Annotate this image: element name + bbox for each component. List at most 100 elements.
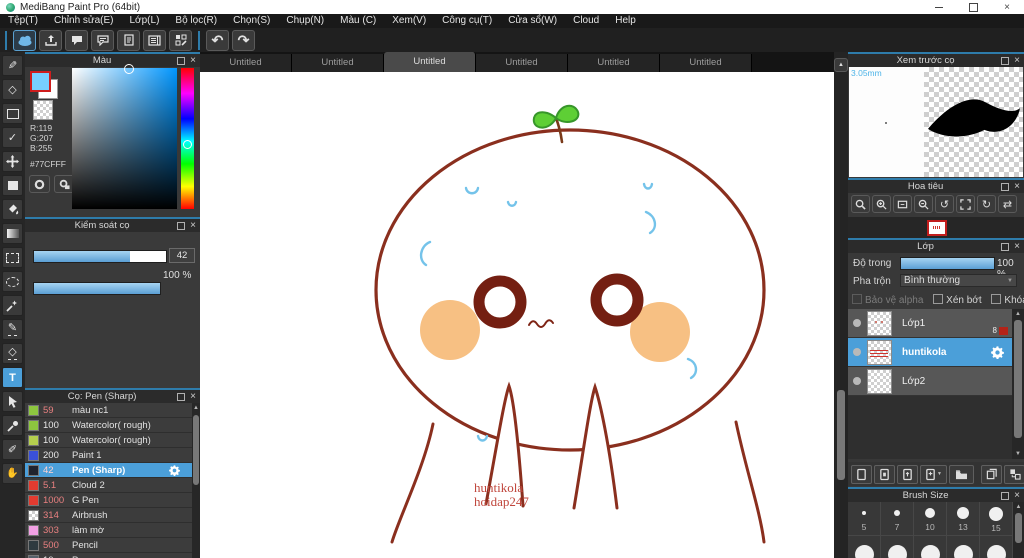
scroll-up-button[interactable]: ▲: [834, 58, 848, 72]
reset-view-button[interactable]: [956, 195, 975, 213]
menu-item-mau[interactable]: Màu (C): [332, 14, 384, 28]
layer-row-selected[interactable]: huntikola: [848, 338, 1012, 367]
snap-tool[interactable]: ✓: [2, 127, 23, 148]
gradient-tool[interactable]: [2, 223, 23, 244]
layer-row[interactable]: Lớp2: [848, 367, 1012, 396]
scroll-thumb[interactable]: [837, 390, 845, 480]
menu-item-lop[interactable]: Lớp(L): [122, 14, 168, 28]
document-tab[interactable]: Untitled: [660, 54, 752, 72]
menu-item-chon[interactable]: Chọn(S): [225, 14, 278, 28]
menu-item-bo-loc[interactable]: Bộ lọc(R): [167, 14, 225, 28]
brush-row[interactable]: 100 Watercolor( rough): [25, 433, 192, 448]
scroll-thumb[interactable]: [1014, 320, 1022, 438]
brush-size-option[interactable]: [947, 536, 980, 558]
brush-size-option[interactable]: 13: [947, 502, 980, 536]
hue-bar[interactable]: [181, 68, 194, 209]
shape-brush-tool[interactable]: [2, 103, 23, 124]
scroll-up-icon[interactable]: ▲: [1013, 502, 1024, 512]
scroll-up-icon[interactable]: ▲: [192, 403, 200, 413]
brush-size-slider[interactable]: [33, 250, 167, 263]
foreground-color-swatch[interactable]: [30, 71, 51, 92]
saturation-value-box[interactable]: [72, 64, 177, 209]
close-panel-icon[interactable]: ×: [190, 55, 196, 66]
document-tab[interactable]: Untitled: [476, 54, 568, 72]
blend-mode-dropdown[interactable]: Bình thường ▼: [900, 274, 1017, 287]
brush-row[interactable]: 1000 G Pen: [25, 493, 192, 508]
select-eraser-tool[interactable]: ◇: [2, 343, 23, 364]
menu-item-tep[interactable]: Tệp(T): [0, 14, 46, 28]
popout-icon[interactable]: [177, 392, 186, 401]
duplicate-layer-button[interactable]: [874, 464, 895, 484]
brush-opacity-slider[interactable]: [33, 282, 161, 295]
popout-icon[interactable]: [1001, 182, 1010, 191]
brush-size-value[interactable]: 42: [169, 248, 195, 263]
layer-visibility-icon[interactable]: [853, 377, 861, 385]
lasso-tool[interactable]: [2, 271, 23, 292]
comment-button[interactable]: [65, 29, 88, 51]
close-button[interactable]: ×: [990, 0, 1024, 14]
close-panel-icon[interactable]: ×: [190, 220, 196, 231]
cloud-button[interactable]: [13, 29, 36, 51]
brush-row[interactable]: 303 làm mờ: [25, 523, 192, 538]
popout-icon[interactable]: [1001, 56, 1010, 65]
layer-settings-gear-icon[interactable]: [991, 346, 1004, 359]
operation-tool[interactable]: [2, 391, 23, 412]
brush-row[interactable]: 10 Pen: [25, 553, 192, 558]
lock-checkbox[interactable]: Khóa: [991, 294, 1024, 306]
document-tab-active[interactable]: Untitled: [384, 52, 476, 72]
hand-tool[interactable]: ✋: [2, 463, 23, 484]
new-layer-button[interactable]: [851, 464, 872, 484]
document-tab[interactable]: Untitled: [568, 54, 660, 72]
merge-layer-button[interactable]: [1004, 464, 1024, 484]
material-button[interactable]: [169, 29, 192, 51]
document-tab[interactable]: Untitled: [292, 54, 384, 72]
zoom-button[interactable]: [851, 195, 870, 213]
popout-icon[interactable]: [1001, 491, 1010, 500]
add-layer-menu-button[interactable]: ▼: [920, 464, 947, 484]
menu-item-cong-cu[interactable]: Công cụ(T): [434, 14, 500, 28]
select-pen-tool[interactable]: ✎: [2, 319, 23, 340]
bucket-tool[interactable]: [2, 199, 23, 220]
brush-settings-gear-icon[interactable]: [169, 465, 180, 476]
layer-visibility-icon[interactable]: [853, 348, 861, 356]
rotate-ccw-button[interactable]: ↺: [935, 195, 954, 213]
transfer-layer-button[interactable]: [897, 464, 918, 484]
popout-icon[interactable]: [177, 221, 186, 230]
upload-button[interactable]: [39, 29, 62, 51]
annotation-button[interactable]: [91, 29, 114, 51]
scroll-thumb[interactable]: [193, 415, 199, 485]
scroll-down-icon[interactable]: ▼: [1012, 449, 1024, 459]
brush-row[interactable]: 59 màu nc1: [25, 403, 192, 418]
brush-size-option[interactable]: 5: [848, 502, 881, 536]
zoom-out-button[interactable]: [914, 195, 933, 213]
close-panel-icon[interactable]: ×: [1014, 55, 1020, 66]
clipping-checkbox[interactable]: Xén bớt: [933, 294, 982, 306]
canvas-vertical-scrollbar[interactable]: ▲: [834, 52, 848, 558]
copy-layer-button[interactable]: [981, 464, 1002, 484]
fit-screen-button[interactable]: [893, 195, 912, 213]
menu-item-chup[interactable]: Chụp(N): [278, 14, 332, 28]
close-panel-icon[interactable]: ×: [190, 391, 196, 402]
zoom-in-button[interactable]: [872, 195, 891, 213]
magic-wand-tool[interactable]: [2, 295, 23, 316]
layer-visibility-icon[interactable]: [853, 319, 861, 327]
document-button[interactable]: [117, 29, 140, 51]
brush-size-option[interactable]: 15: [980, 502, 1013, 536]
brush-row[interactable]: 200 Paint 1: [25, 448, 192, 463]
canvas[interactable]: huntikola hoidap247: [200, 72, 834, 558]
transparent-color-swatch[interactable]: [33, 100, 53, 120]
menu-item-cloud[interactable]: Cloud: [565, 14, 607, 28]
menu-item-xem[interactable]: Xem(V): [384, 14, 434, 28]
brush-size-scrollbar[interactable]: ▲: [1013, 502, 1024, 558]
brush-tool[interactable]: ✎: [2, 55, 23, 76]
undo-button[interactable]: ↶: [206, 29, 229, 51]
redo-button[interactable]: ↷: [232, 29, 255, 51]
layer-folder-button[interactable]: [949, 464, 974, 484]
brush-row[interactable]: 100 Watercolor( rough): [25, 418, 192, 433]
brush-size-option[interactable]: [881, 536, 914, 558]
divide-tool[interactable]: ✐: [2, 439, 23, 460]
popout-icon[interactable]: [177, 56, 186, 65]
alpha-lock-checkbox[interactable]: Bảo vệ alpha: [852, 294, 923, 306]
text-tool[interactable]: T: [2, 367, 23, 388]
color-wheel-button[interactable]: [29, 175, 50, 193]
